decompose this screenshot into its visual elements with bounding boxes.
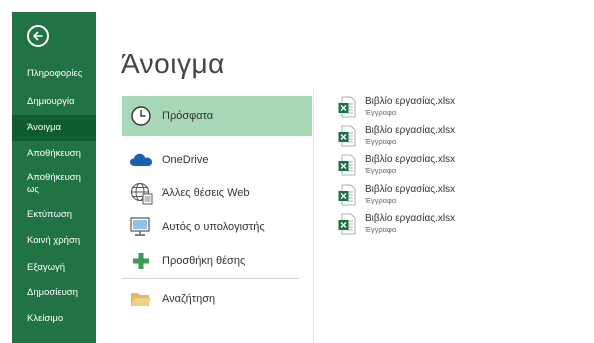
recent-file[interactable]: Βιβλίο εργασίας.xlsx Έγγραφα: [338, 213, 488, 239]
excel-file-icon: [338, 125, 356, 147]
excel-file-icon: [338, 213, 356, 235]
location-recent[interactable]: Πρόσφατα: [122, 96, 312, 136]
globe-icon: [128, 180, 154, 206]
file-name: Βιβλίο εργασίας.xlsx: [365, 125, 456, 136]
file-name: Βιβλίο εργασίας.xlsx: [365, 184, 456, 195]
file-location: Έγγραφα: [365, 108, 397, 117]
sidebar-item-label: Εξαγωγή: [27, 262, 66, 273]
backstage-window: Πληροφορίες Δημιουργία Άνοιγμα Αποθήκευσ…: [0, 0, 594, 343]
folder-icon: [128, 286, 154, 312]
sidebar-item-new[interactable]: Δημιουργία: [12, 96, 96, 108]
excel-file-icon: [338, 96, 356, 118]
cloud-icon: [128, 147, 154, 173]
page-title: Άνοιγμα: [121, 48, 225, 79]
location-label: Άλλες θέσεις Web: [162, 187, 250, 199]
back-button[interactable]: [27, 25, 49, 47]
sidebar-item-label: Δημοσίευση: [27, 287, 78, 298]
location-label: Αναζήτηση: [162, 293, 216, 305]
sidebar-item-print[interactable]: Εκτύπωση: [12, 209, 96, 221]
location-label: Προσθήκη θέσης: [162, 255, 246, 267]
computer-icon: [128, 214, 154, 240]
file-location: Έγγραφα: [365, 225, 397, 234]
sidebar-item-export[interactable]: Εξαγωγή: [12, 262, 96, 274]
sidebar-item-save[interactable]: Αποθήκευση: [12, 148, 96, 160]
backstage-sidebar: Πληροφορίες Δημιουργία Άνοιγμα Αποθήκευσ…: [12, 12, 96, 343]
column-divider: [313, 90, 314, 343]
sidebar-item-close[interactable]: Κλείσιμο: [12, 313, 96, 325]
recent-file[interactable]: Βιβλίο εργασίας.xlsx Έγγραφα: [338, 184, 488, 210]
excel-file-icon: [338, 154, 356, 176]
recent-file[interactable]: Βιβλίο εργασίας.xlsx Έγγραφα: [338, 96, 488, 122]
location-label: Πρόσφατα: [162, 110, 214, 122]
sidebar-item-open[interactable]: Άνοιγμα: [12, 115, 96, 141]
plus-icon: [128, 248, 154, 274]
location-add-place[interactable]: Προσθήκη θέσης: [122, 241, 312, 281]
sidebar-item-label: Εκτύπωση: [27, 209, 73, 220]
file-name: Βιβλίο εργασίας.xlsx: [365, 154, 456, 165]
sidebar-item-label: Κοινή χρήση: [27, 235, 81, 246]
recent-file[interactable]: Βιβλίο εργασίας.xlsx Έγγραφα: [338, 154, 488, 180]
sidebar-item-label: Δημιουργία: [27, 96, 75, 107]
location-label: OneDrive: [162, 154, 209, 166]
sidebar-item-label: Πληροφορίες: [27, 68, 83, 79]
sidebar-item-save-as[interactable]: Αποθήκευση ως: [12, 172, 96, 196]
location-browse[interactable]: Αναζήτηση: [122, 279, 312, 319]
file-location: Έγγραφα: [365, 196, 397, 205]
clock-icon: [128, 103, 154, 129]
recent-file[interactable]: Βιβλίο εργασίας.xlsx Έγγραφα: [338, 125, 488, 151]
file-name: Βιβλίο εργασίας.xlsx: [365, 96, 456, 107]
location-label: Αυτός ο υπολογιστής: [162, 221, 265, 233]
sidebar-item-publish[interactable]: Δημοσίευση: [12, 287, 96, 299]
file-name: Βιβλίο εργασίας.xlsx: [365, 213, 456, 224]
sidebar-item-label: Αποθήκευση ως: [27, 172, 81, 195]
back-arrow-icon: [33, 31, 43, 41]
sidebar-item-label: Αποθήκευση: [27, 148, 81, 159]
excel-file-icon: [338, 184, 356, 206]
sidebar-item-info[interactable]: Πληροφορίες: [12, 68, 96, 80]
sidebar-item-label: Κλείσιμο: [27, 313, 64, 324]
file-location: Έγγραφα: [365, 166, 397, 175]
sidebar-item-label: Άνοιγμα: [27, 122, 62, 133]
sidebar-item-share[interactable]: Κοινή χρήση: [12, 235, 96, 247]
file-location: Έγγραφα: [365, 137, 397, 146]
